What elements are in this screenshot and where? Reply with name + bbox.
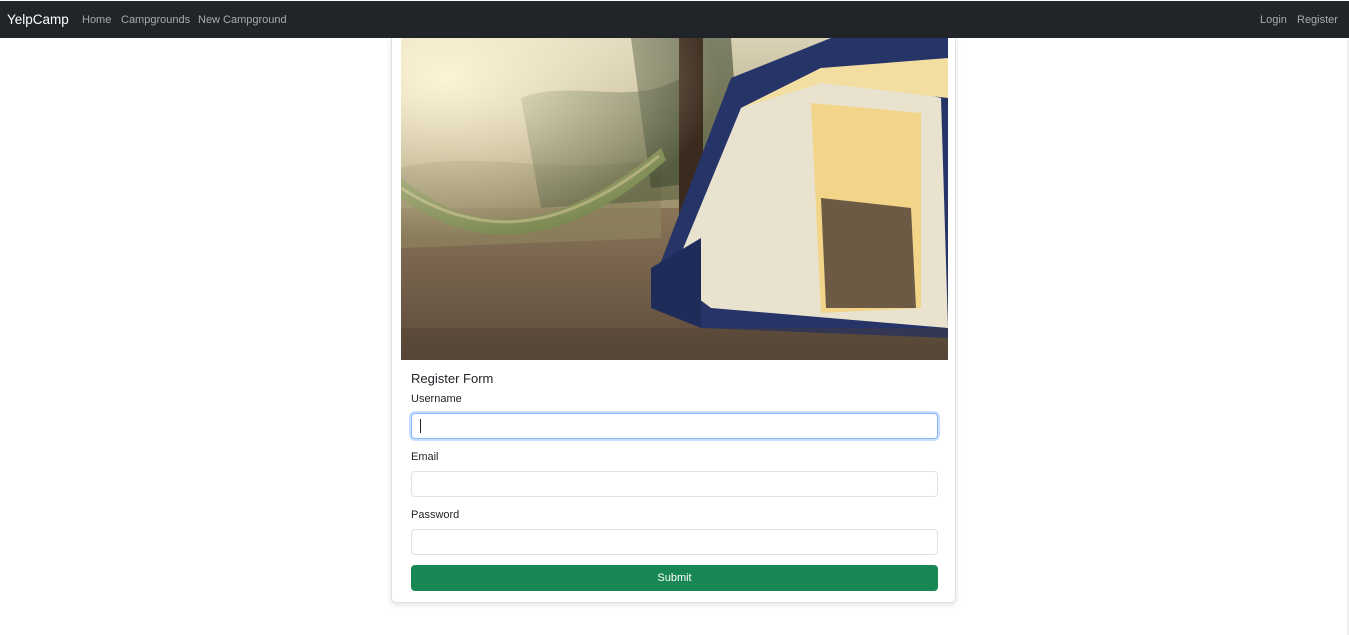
email-label: Email <box>411 451 439 463</box>
brand-logo[interactable]: YelpCamp <box>7 12 69 27</box>
nav-register-link[interactable]: Register <box>1297 14 1338 26</box>
nav-login-link[interactable]: Login <box>1260 14 1287 26</box>
top-navbar: YelpCamp Home Campgrounds New Campground… <box>0 1 1349 38</box>
username-label: Username <box>411 393 462 405</box>
form-title: Register Form <box>411 371 494 386</box>
nav-new-campground-link[interactable]: New Campground <box>198 14 287 26</box>
submit-button[interactable]: Submit <box>411 565 938 591</box>
nav-home-link[interactable]: Home <box>82 14 111 26</box>
campsite-photo-icon <box>401 38 948 360</box>
username-field[interactable] <box>411 413 938 439</box>
text-caret <box>420 419 421 433</box>
password-label: Password <box>411 509 460 521</box>
password-field[interactable] <box>411 529 938 555</box>
register-card: Register Form Username Email Password Su… <box>391 38 956 603</box>
email-field[interactable] <box>411 471 938 497</box>
nav-campgrounds-link[interactable]: Campgrounds <box>121 14 190 26</box>
campsite-photo <box>401 38 948 360</box>
